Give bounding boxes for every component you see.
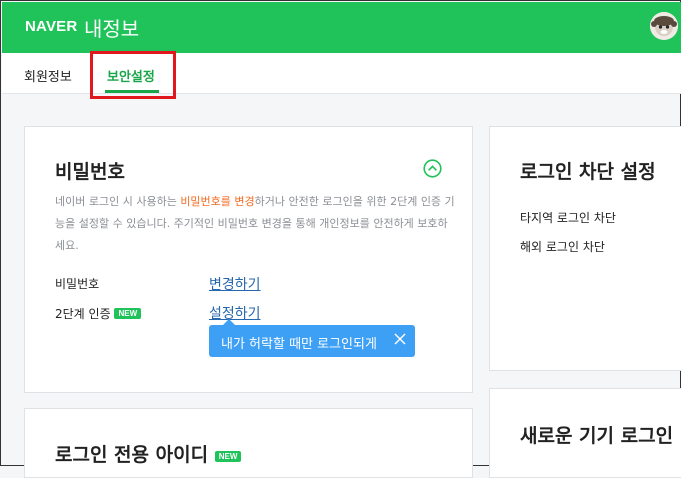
password-row-label: 비밀번호 — [55, 277, 100, 291]
login-only-id-title: 로그인 전용 아이디 NEW — [55, 440, 242, 467]
block-region-login[interactable]: 타지역 로그인 차단 — [520, 209, 616, 226]
desc-highlight: 비밀번호를 변경 — [180, 195, 255, 208]
login-block-title: 로그인 차단 설정 — [520, 161, 656, 183]
service-title[interactable]: 내정보 — [84, 13, 139, 42]
highlight-box — [90, 51, 176, 99]
new-badge: NEW — [114, 308, 142, 319]
login-block-card: 로그인 차단 설정 타지역 로그인 차단 해외 로그인 차단 — [489, 126, 681, 371]
block-overseas-login[interactable]: 해외 로그인 차단 — [520, 238, 605, 255]
close-icon[interactable] — [393, 332, 407, 346]
app-header: NAVER 내정보 — [2, 2, 681, 53]
login-only-id-card: 로그인 전용 아이디 NEW — [24, 408, 473, 478]
new-badge: NEW — [214, 451, 242, 462]
new-device-title: 새로운 기기 로그인 — [520, 425, 674, 447]
naver-logo[interactable]: NAVER — [25, 18, 77, 35]
password-card-description: 네이버 로그인 시 사용하는 비밀번호를 변경하거나 안전한 로그인을 위한 2… — [55, 195, 455, 252]
change-password-link[interactable]: 변경하기 — [209, 274, 261, 294]
tab-member-info[interactable]: 회원정보 — [24, 66, 72, 85]
two-step-row-label: 2단계 인증 NEW — [55, 305, 142, 322]
new-device-card: 새로운 기기 로그인 — [489, 388, 681, 478]
collapse-chevron-icon[interactable] — [423, 159, 442, 178]
two-step-tooltip: 내가 허락할 때만 로그인되게 — [209, 319, 415, 357]
tooltip-arrow — [223, 319, 235, 325]
avatar[interactable] — [650, 12, 678, 40]
password-card-title: 비밀번호 — [55, 161, 125, 183]
tooltip-text: 내가 허락할 때만 로그인되게 — [221, 337, 377, 352]
